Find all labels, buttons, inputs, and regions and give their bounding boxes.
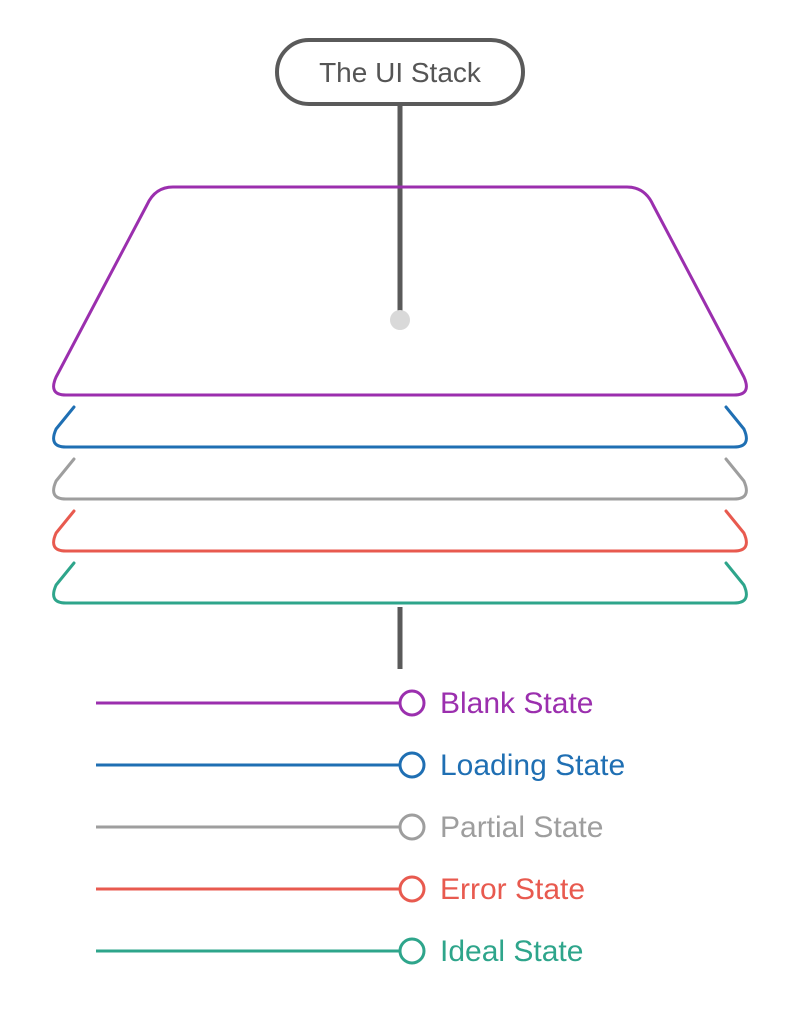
legend-label: Loading State — [440, 749, 625, 782]
legend-marker-icon — [400, 877, 424, 901]
layer-error — [54, 511, 747, 551]
legend: Blank State Loading State Partial State Err… — [96, 687, 625, 968]
legend-label: Blank State — [440, 687, 593, 720]
layer-ideal — [54, 563, 747, 603]
legend-item-partial: Partial State — [96, 811, 603, 844]
legend-item-loading: Loading State — [96, 749, 625, 782]
connector-top — [390, 104, 410, 330]
layer-partial — [54, 459, 747, 499]
ui-stack-diagram: The UI Stack Blank State Loading State Par… — [0, 0, 800, 1015]
legend-marker-icon — [400, 753, 424, 777]
legend-marker-icon — [400, 815, 424, 839]
layer-loading — [54, 407, 747, 447]
title-pill: The UI Stack — [277, 40, 523, 104]
legend-item-ideal: Ideal State — [96, 935, 583, 968]
legend-label: Ideal State — [440, 935, 583, 968]
legend-marker-icon — [400, 939, 424, 963]
legend-item-blank: Blank State — [96, 687, 593, 720]
diagram-title: The UI Stack — [319, 57, 482, 88]
legend-label: Partial State — [440, 811, 603, 844]
legend-marker-icon — [400, 691, 424, 715]
legend-label: Error State — [440, 873, 585, 906]
legend-item-error: Error State — [96, 873, 585, 906]
